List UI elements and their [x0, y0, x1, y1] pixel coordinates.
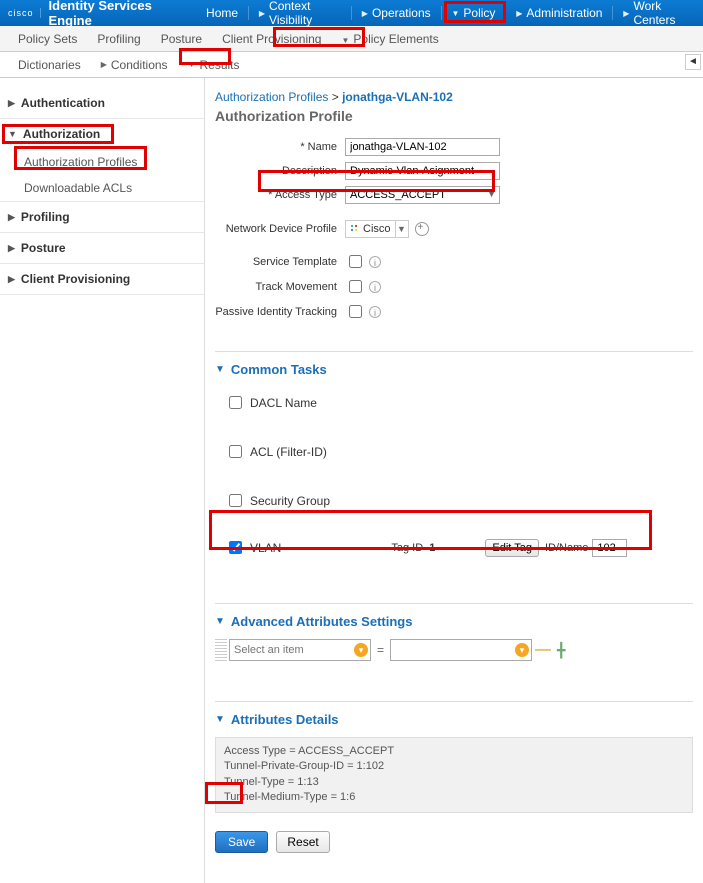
sidebar-downloadable-acls[interactable]: Downloadable ACLs	[0, 175, 204, 201]
brand-name: Identity Services Engine	[49, 0, 189, 28]
sub-nav: Policy Sets Profiling Posture Client Pro…	[0, 26, 703, 52]
breadcrumb-parent[interactable]: Authorization Profiles	[215, 90, 328, 104]
acl-label: ACL (Filter-ID)	[250, 445, 327, 459]
drag-handle-icon[interactable]	[215, 639, 227, 661]
top-bar: cisco Identity Services Engine Home ▶Con…	[0, 0, 703, 26]
equals-label: =	[377, 643, 384, 657]
sidebar-client-provisioning[interactable]: ▶Client Provisioning	[0, 264, 204, 294]
edit-tag-button[interactable]: Edit Tag	[485, 539, 539, 557]
passive-identity-label: Passive Identity Tracking	[215, 306, 345, 318]
description-label: Description	[215, 165, 345, 177]
nav-operations[interactable]: ▶Operations	[352, 0, 441, 26]
name-input[interactable]	[345, 138, 500, 156]
dacl-label: DACL Name	[250, 396, 317, 410]
combo-dropdown-icon[interactable]: ▾	[354, 643, 368, 657]
attribute-value-input[interactable]	[391, 641, 531, 659]
info-icon[interactable]: i	[369, 306, 381, 318]
vlan-checkbox[interactable]	[229, 541, 242, 554]
sidebar-authentication[interactable]: ▶Authentication	[0, 88, 204, 118]
subnav-profiling[interactable]: Profiling	[87, 28, 150, 50]
attributes-details-header[interactable]: ▼Attributes Details	[215, 712, 693, 727]
description-input[interactable]	[345, 162, 500, 180]
sidebar-profiling[interactable]: ▶Profiling	[0, 202, 204, 232]
crumb-dictionaries[interactable]: Dictionaries	[8, 54, 91, 76]
security-group-checkbox[interactable]	[229, 494, 242, 507]
crumb-nav: Dictionaries ▶Conditions ▼Results ◄	[0, 52, 703, 78]
track-movement-checkbox[interactable]	[349, 280, 362, 293]
add-row-icon[interactable]: ╋	[557, 642, 565, 659]
access-type-select[interactable]	[345, 186, 500, 204]
attributes-details-body: Access Type = ACCESS_ACCEPT Tunnel-Priva…	[215, 737, 693, 813]
combo-dropdown-icon[interactable]: ▾	[515, 643, 529, 657]
tagid-label: Tag ID	[391, 542, 423, 554]
service-template-label: Service Template	[215, 256, 345, 268]
access-type-label: * Access Type	[215, 189, 345, 201]
collapse-sidebar-button[interactable]: ◄	[685, 54, 701, 70]
nav-policy[interactable]: ▼Policy	[441, 0, 505, 26]
top-nav: Home ▶Context Visibility ▶Operations ▼Po…	[196, 0, 703, 26]
subnav-policy-elements[interactable]: ▼Policy Elements	[331, 28, 448, 50]
security-group-label: Security Group	[250, 494, 330, 508]
advanced-attributes-header[interactable]: ▼Advanced Attributes Settings	[215, 614, 693, 629]
acl-checkbox[interactable]	[229, 445, 242, 458]
breadcrumb-sep: >	[332, 90, 339, 104]
sidebar-posture[interactable]: ▶Posture	[0, 233, 204, 263]
page-title: Authorization Profile	[215, 108, 693, 124]
nav-work-centers[interactable]: ▶Work Centers	[613, 0, 703, 26]
dacl-checkbox[interactable]	[229, 396, 242, 409]
attribute-key-input[interactable]	[230, 641, 370, 659]
sidebar: ▶Authentication ▼Authorization Authoriza…	[0, 78, 205, 883]
reset-button[interactable]: Reset	[276, 831, 329, 853]
nav-administration[interactable]: ▶Administration	[506, 0, 612, 26]
add-ndp-icon[interactable]	[415, 222, 429, 236]
cisco-logo-icon	[350, 224, 360, 234]
crumb-results[interactable]: ▼Results	[178, 54, 250, 76]
sidebar-authorization-profiles[interactable]: Authorization Profiles	[0, 149, 204, 175]
ndp-select[interactable]: Cisco	[345, 220, 396, 238]
breadcrumb: Authorization Profiles > jonathga-VLAN-1…	[215, 90, 693, 104]
subnav-posture[interactable]: Posture	[151, 28, 212, 50]
advanced-attributes-section: ▼Advanced Attributes Settings ▾ = ▾ — ╋	[215, 603, 693, 661]
crumb-conditions[interactable]: ▶Conditions	[91, 54, 178, 76]
info-icon[interactable]: i	[369, 256, 381, 268]
tagid-value: 1	[429, 542, 435, 554]
attributes-details-section: ▼Attributes Details Access Type = ACCESS…	[215, 701, 693, 813]
passive-identity-checkbox[interactable]	[349, 305, 362, 318]
name-label: * Name	[215, 141, 345, 153]
ndp-dropdown-button[interactable]: ▼	[395, 220, 409, 238]
common-tasks-header[interactable]: ▼Common Tasks	[215, 362, 693, 377]
common-tasks-section: ▼Common Tasks DACL Name ACL (Filter-ID) …	[215, 351, 693, 563]
attribute-value-combo[interactable]: ▾	[390, 639, 532, 661]
subnav-policy-sets[interactable]: Policy Sets	[8, 28, 87, 50]
subnav-client-provisioning[interactable]: Client Provisioning	[212, 28, 331, 50]
ndp-value: Cisco	[363, 223, 391, 235]
brand-cisco: cisco	[8, 8, 41, 18]
breadcrumb-current: jonathga-VLAN-102	[342, 90, 453, 104]
vlan-label: VLAN	[250, 541, 281, 555]
attribute-key-combo[interactable]: ▾	[229, 639, 371, 661]
nav-context-visibility[interactable]: ▶Context Visibility	[249, 0, 351, 26]
content: Authorization Profiles > jonathga-VLAN-1…	[205, 78, 703, 883]
remove-row-icon[interactable]: —	[535, 641, 551, 659]
ndp-label: Network Device Profile	[215, 223, 345, 235]
service-template-checkbox[interactable]	[349, 255, 362, 268]
nav-home[interactable]: Home	[196, 0, 248, 26]
sidebar-authorization[interactable]: ▼Authorization	[0, 119, 204, 149]
idname-input[interactable]	[592, 539, 627, 557]
save-button[interactable]: Save	[215, 831, 268, 853]
info-icon[interactable]: i	[369, 281, 381, 293]
track-movement-label: Track Movement	[215, 281, 345, 293]
brand: cisco Identity Services Engine	[0, 0, 196, 26]
idname-label: ID/Name	[545, 542, 588, 554]
